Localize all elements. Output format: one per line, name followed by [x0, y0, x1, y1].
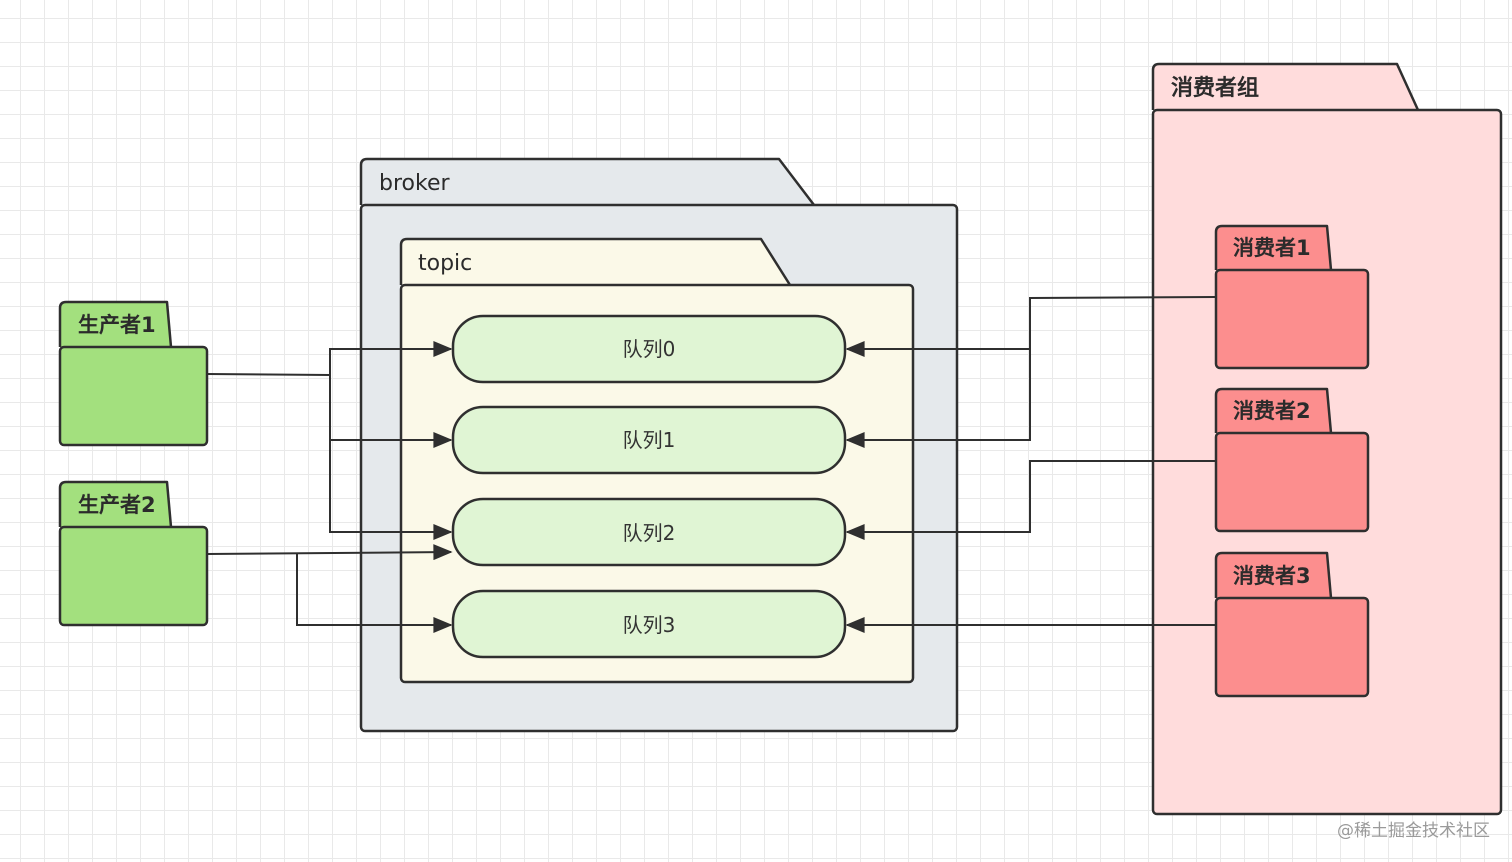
consumer-group-label: 消费者组: [1171, 75, 1259, 101]
consumer-2-label: 消费者2: [1233, 399, 1311, 423]
producer-2: 生产者2: [58, 480, 209, 627]
producer-1-body: [58, 345, 209, 447]
queue-label: 队列2: [623, 521, 676, 545]
producer-1: 生产者1: [58, 300, 209, 447]
consumer-1-label: 消费者1: [1233, 236, 1311, 260]
broker-label: broker: [379, 171, 450, 196]
queue-label: 队列0: [623, 337, 676, 361]
producer-2-body: [58, 525, 209, 627]
queue-label: 队列1: [623, 428, 676, 452]
topic-label: topic: [418, 251, 472, 276]
consumer-3-body: [1214, 596, 1370, 698]
queue-1: 队列1: [451, 405, 847, 475]
queue-3: 队列3: [451, 589, 847, 659]
consumer-2-body: [1214, 431, 1370, 533]
producer-1-label: 生产者1: [78, 313, 156, 337]
diagram: 消费者组 broker topic 队列0 队列1 队列2 队列3 生产者1 生…: [58, 62, 1503, 816]
queue-2: 队列2: [451, 497, 847, 567]
consumer-3-label: 消费者3: [1233, 564, 1311, 588]
queue-label: 队列3: [623, 613, 676, 637]
watermark: @稀土掘金技术社区: [1337, 821, 1490, 841]
queue-0: 队列0: [451, 314, 847, 384]
producer-2-label: 生产者2: [78, 493, 156, 517]
consumer-1-body: [1214, 268, 1370, 370]
